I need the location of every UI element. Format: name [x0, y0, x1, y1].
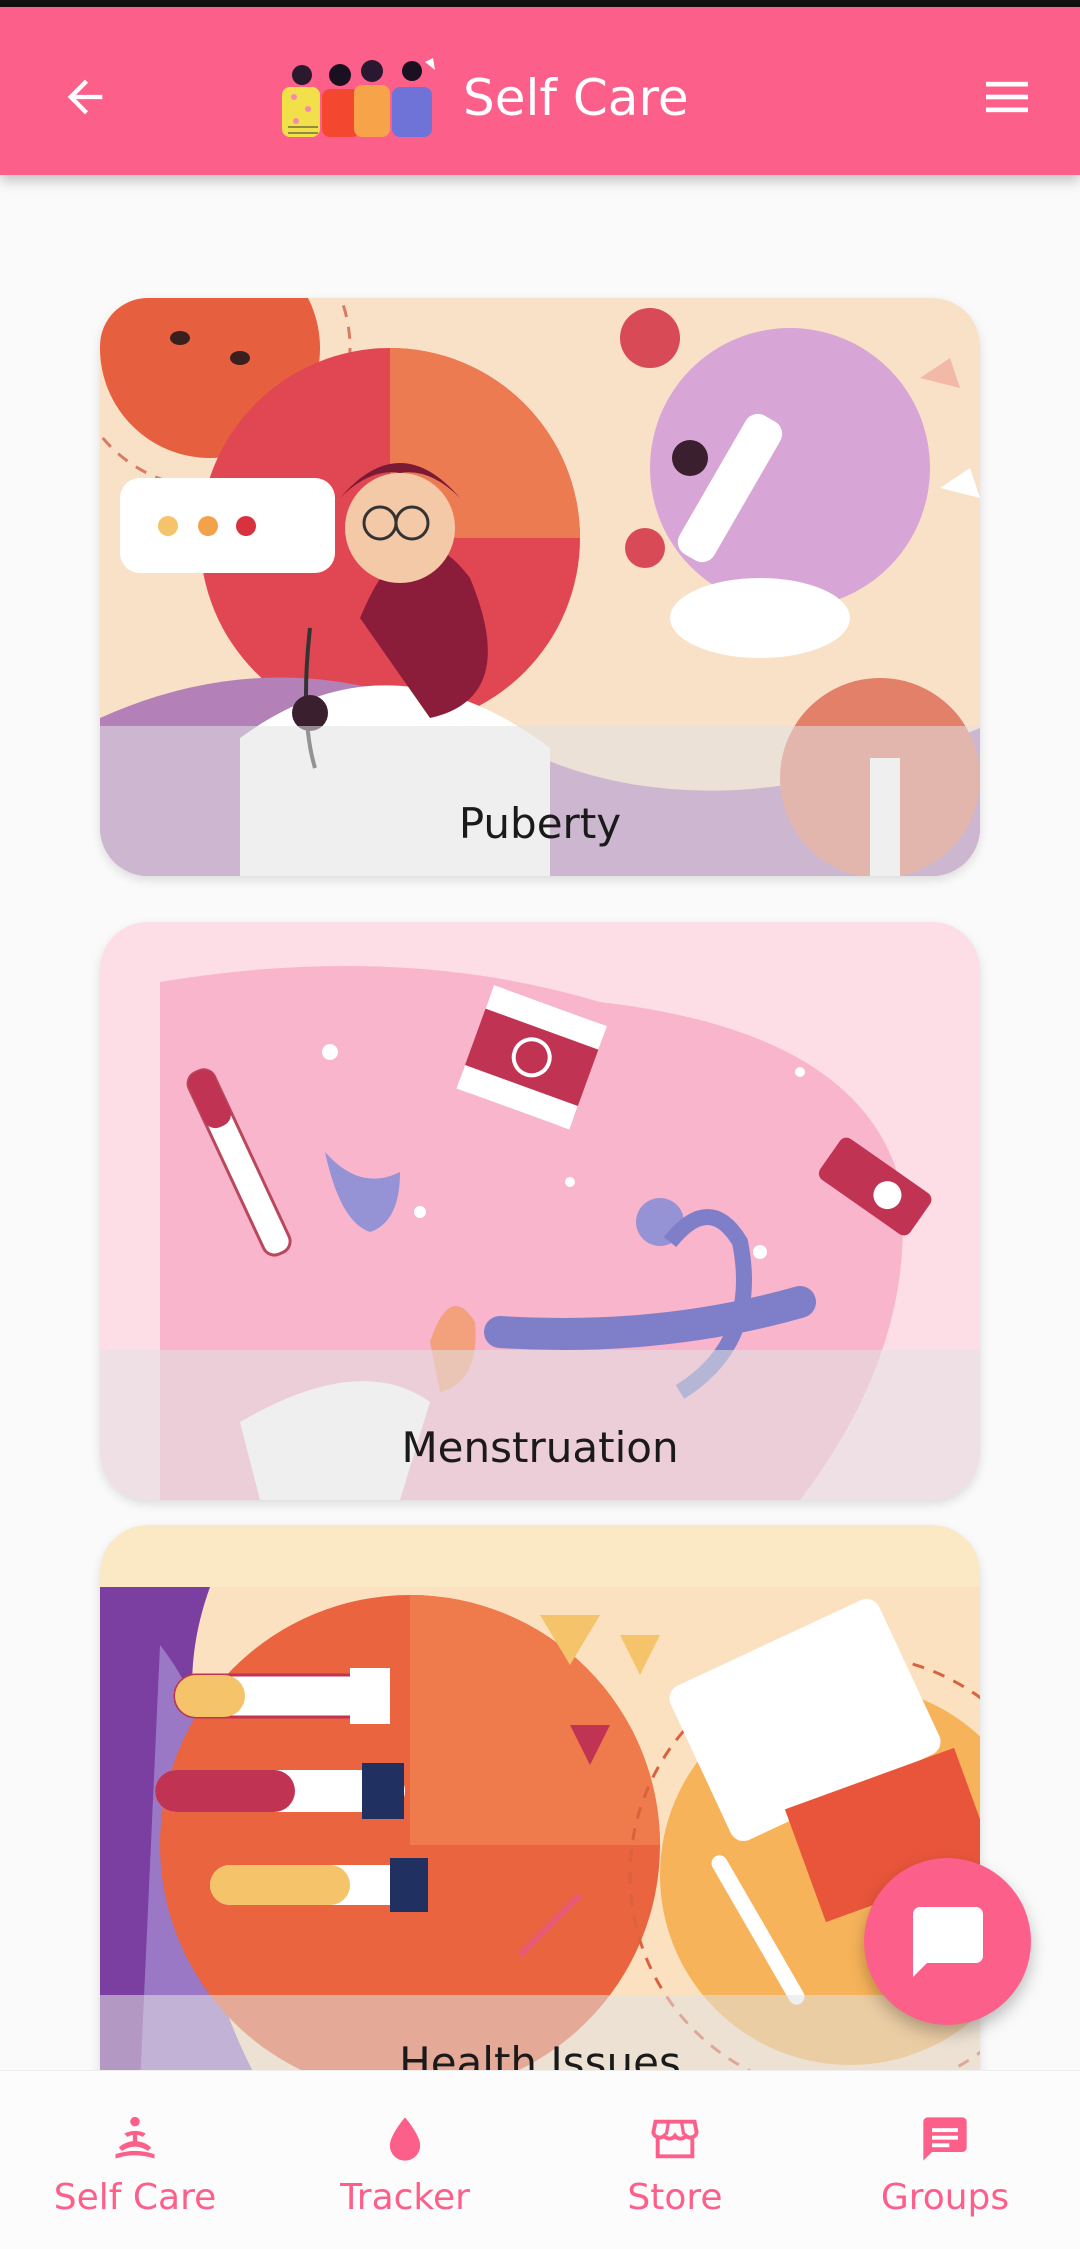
- nav-store[interactable]: Store: [540, 2071, 810, 2249]
- topic-card-puberty[interactable]: Puberty: [100, 298, 980, 876]
- status-bar: [0, 0, 1080, 7]
- app-logo: [280, 57, 440, 142]
- nav-label: Self Care: [53, 2177, 217, 2218]
- page-title: Self Care: [463, 69, 689, 127]
- health-issues-illustration: [100, 1525, 980, 2070]
- card-label: Health Issues: [399, 2038, 681, 2070]
- nav-tracker[interactable]: Tracker: [270, 2071, 540, 2249]
- drop-icon: [389, 2117, 421, 2161]
- nav-label: Store: [627, 2177, 723, 2218]
- nav-self-care[interactable]: Self Care: [0, 2071, 270, 2249]
- card-label: Menstruation: [401, 1423, 679, 1472]
- nav-label: Tracker: [340, 2177, 470, 2218]
- bottom-navigation: Self Care Tracker Store Groups: [0, 2070, 1080, 2249]
- menu-button[interactable]: [972, 62, 1042, 132]
- topic-list: Puberty Menstruation Health Issues: [0, 175, 1080, 2070]
- topic-card-health-issues[interactable]: Health Issues: [100, 1525, 980, 2070]
- app-bar: Self Care: [0, 7, 1080, 175]
- topic-card-menstruation[interactable]: Menstruation: [100, 922, 980, 1500]
- arrow-left-icon: [67, 79, 103, 115]
- nav-label: Groups: [880, 2177, 1010, 2218]
- chat-bubble-icon: [912, 1906, 983, 1977]
- hamburger-menu-icon: [986, 81, 1028, 113]
- meditation-icon: [115, 2116, 155, 2159]
- back-button[interactable]: [50, 62, 120, 132]
- store-icon: [651, 2119, 699, 2159]
- chat-fab-button[interactable]: [864, 1858, 1031, 2025]
- chat-bubble-icon: [923, 2117, 967, 2161]
- nav-groups[interactable]: Groups: [810, 2071, 1080, 2249]
- card-label: Puberty: [458, 799, 622, 848]
